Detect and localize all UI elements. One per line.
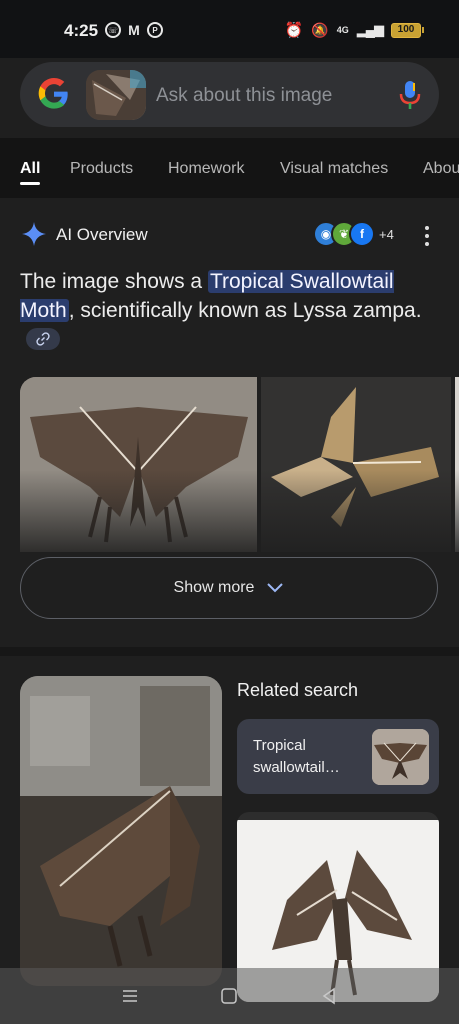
overview-fade (20, 470, 459, 560)
search-bar[interactable]: Ask about this image (20, 62, 439, 127)
section-divider (0, 647, 459, 656)
pinterest-icon: P (147, 22, 163, 38)
tab-visual-matches[interactable]: Visual matches (280, 160, 388, 178)
overview-text-start: The image shows a (20, 270, 208, 293)
overview-text-end: , scientifically known as Lyssa zampa. (68, 298, 422, 322)
tab-all[interactable]: All (20, 160, 40, 178)
show-more-button[interactable]: Show more (20, 557, 438, 619)
query-image-thumbnail[interactable] (86, 70, 146, 120)
related-search-item[interactable]: Tropical swallowtail… (237, 719, 439, 794)
moth-thumbnail-graphic (86, 70, 146, 120)
chevron-down-icon (267, 583, 284, 593)
link-icon (36, 332, 50, 347)
related-search-label: Tropical swallowtail… (253, 737, 340, 776)
more-options-icon[interactable] (424, 226, 430, 246)
moth-on-window-graphic (20, 676, 222, 986)
source-icons[interactable]: ◉ ❦ f (313, 221, 375, 247)
facebook-icon[interactable]: f (349, 221, 375, 247)
home-icon[interactable] (219, 986, 239, 1006)
signal-icon: ▂▄▆ (356, 22, 384, 37)
gemini-sparkle-icon (22, 222, 46, 246)
related-search-thumbnail (372, 729, 429, 785)
active-tab-indicator (20, 182, 40, 185)
google-logo (38, 78, 68, 109)
filter-tabs: All Products Homework Visual matches Abo… (0, 138, 459, 198)
mic-icon[interactable] (399, 80, 421, 110)
system-nav-bar (0, 968, 459, 1024)
source-link-chip[interactable] (26, 328, 60, 351)
gmail-icon: M (128, 22, 140, 38)
system-status: ⏰ 🔕 4G ▂▄▆ 100 (284, 21, 424, 39)
ai-overview-title: AI Overview (56, 225, 148, 244)
mute-icon: 🔕 (311, 21, 329, 38)
whatsapp-icon: ☏ (105, 22, 121, 38)
tab-about[interactable]: Abou (423, 160, 459, 178)
network-type: 4G (336, 25, 349, 35)
status-bar: 4:25 ☏ M P ⏰ 🔕 4G ▂▄▆ 100 (0, 0, 459, 58)
tab-products[interactable]: Products (70, 160, 133, 178)
visual-match-image[interactable] (20, 676, 222, 986)
moth-thumb-graphic (372, 729, 429, 785)
ai-overview-text: The image shows a Tropical Swallowtail M… (20, 268, 430, 354)
notification-icons: ☏ M P (105, 22, 163, 38)
back-icon[interactable] (319, 986, 339, 1006)
search-input[interactable]: Ask about this image (156, 85, 332, 107)
sources-more-count[interactable]: +4 (379, 227, 394, 242)
status-time: 4:25 (64, 21, 99, 40)
battery-indicator: 100 (391, 22, 424, 38)
related-search-title: Related search (237, 680, 359, 700)
show-more-label: Show more (173, 579, 255, 596)
tab-homework[interactable]: Homework (168, 160, 244, 178)
alarm-icon: ⏰ (284, 22, 304, 39)
recent-apps-icon[interactable] (120, 986, 140, 1006)
